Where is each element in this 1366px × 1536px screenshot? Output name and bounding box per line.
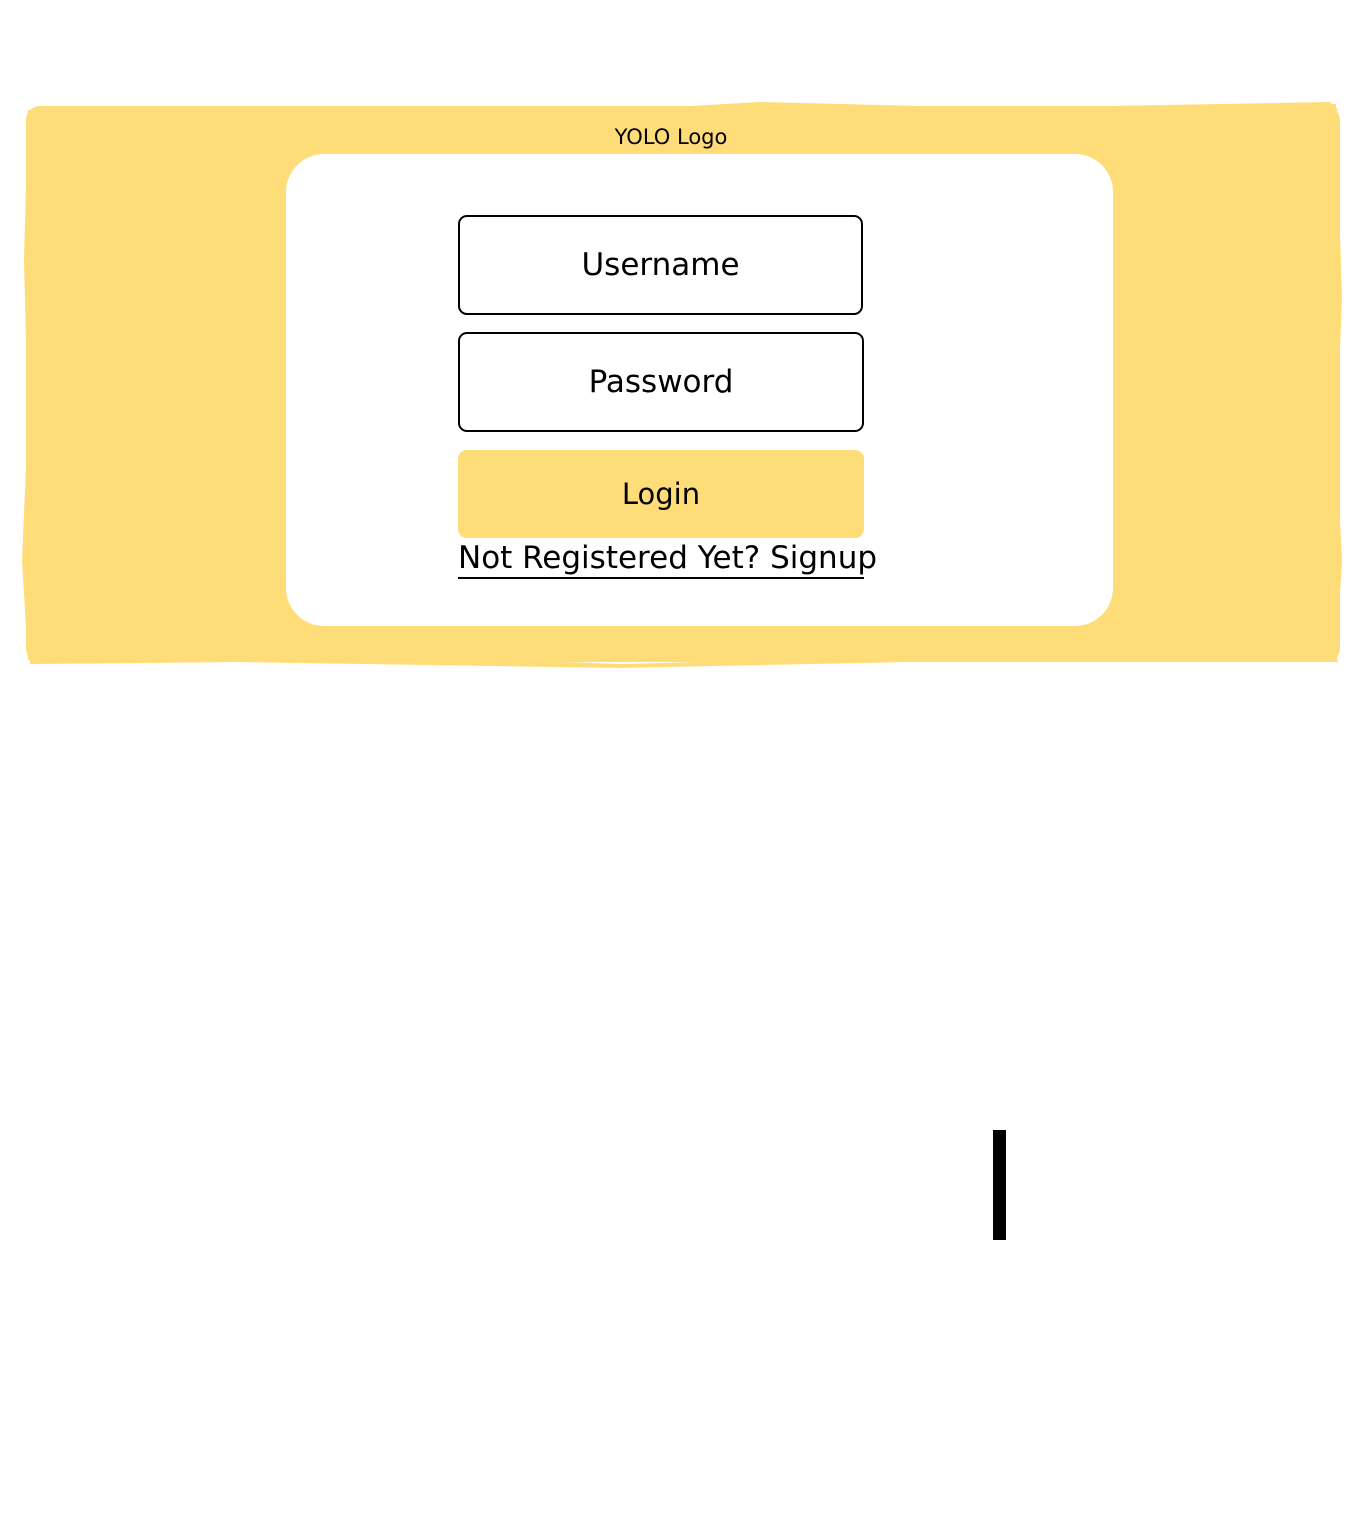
username-field[interactable]: Username: [458, 215, 863, 315]
text-cursor: [993, 1130, 1006, 1240]
login-button-label: Login: [621, 477, 701, 511]
password-placeholder: Password: [588, 364, 734, 400]
signup-link[interactable]: Not Registered Yet? Signup: [458, 538, 877, 579]
login-button[interactable]: Login: [458, 450, 864, 538]
logo-text: YOLO Logo: [614, 125, 728, 149]
username-placeholder: Username: [581, 247, 740, 283]
password-field[interactable]: Password: [458, 332, 864, 432]
